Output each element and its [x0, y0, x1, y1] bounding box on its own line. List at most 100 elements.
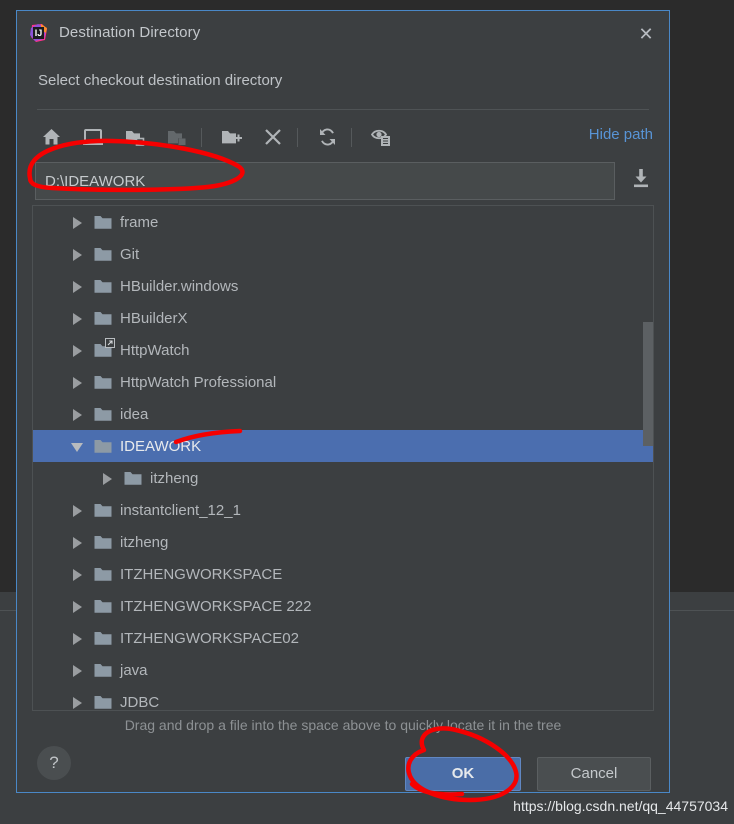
- tree-row-label: ITZHENGWORKSPACE: [120, 565, 283, 583]
- chevron-right-icon[interactable]: [71, 312, 84, 325]
- tree-row[interactable]: java: [33, 654, 653, 686]
- new-folder-icon: [221, 129, 242, 146]
- toolbar-separator-2: [297, 128, 298, 147]
- tree-row-label: HttpWatch Professional: [120, 373, 277, 391]
- insert-path-button[interactable]: [627, 165, 655, 197]
- subtitle-divider: [37, 109, 649, 110]
- intellij-idea-icon: IJ: [29, 23, 49, 43]
- tree-row[interactable]: idea: [33, 398, 653, 430]
- chevron-right-icon[interactable]: [71, 536, 84, 549]
- dialog-subtitle: Select checkout destination directory: [38, 72, 283, 89]
- folder-icon: [94, 407, 112, 422]
- chevron-right-icon[interactable]: [71, 280, 84, 293]
- folder-icon: [94, 599, 112, 614]
- tree-row-label: JDBC: [120, 693, 160, 711]
- watermark-text: https://blog.csdn.net/qq_44757034: [513, 798, 728, 814]
- home-button[interactable]: [35, 121, 67, 153]
- chevron-right-icon[interactable]: [71, 504, 84, 517]
- new-folder-button[interactable]: [215, 121, 247, 153]
- svg-text:IJ: IJ: [35, 28, 43, 38]
- show-hidden-files-button[interactable]: [365, 121, 397, 153]
- destination-directory-dialog: IJ Destination Directory ✕ Select checko…: [16, 10, 670, 793]
- chevron-down-icon[interactable]: [71, 440, 84, 453]
- close-icon[interactable]: ✕: [633, 21, 659, 47]
- file-chooser-toolbar: Hide path: [35, 116, 653, 158]
- tree-row[interactable]: HttpWatch Professional: [33, 366, 653, 398]
- tree-row-label: itzheng: [150, 469, 199, 487]
- chevron-right-icon[interactable]: [71, 376, 84, 389]
- screenshot-root: IJ Destination Directory ✕ Select checko…: [0, 0, 734, 824]
- folder-icon: [94, 695, 112, 710]
- chevron-right-icon[interactable]: [71, 664, 84, 677]
- help-button[interactable]: ?: [37, 746, 71, 780]
- directory-tree-panel[interactable]: frame Git HBuilder.windows HBuilderX HttpWat…: [32, 205, 654, 711]
- module-folder-icon: [167, 129, 187, 146]
- folder-icon: [94, 631, 112, 646]
- folder-icon: [94, 535, 112, 550]
- folder-icon: [94, 311, 112, 326]
- chevron-right-icon[interactable]: [71, 568, 84, 581]
- desktop-button[interactable]: [77, 121, 109, 153]
- tree-row[interactable]: itzheng: [33, 462, 653, 494]
- cancel-button[interactable]: Cancel: [537, 757, 651, 791]
- chevron-right-icon[interactable]: [71, 408, 84, 421]
- tree-row-label: ITZHENGWORKSPACE02: [120, 629, 299, 647]
- delete-button[interactable]: [257, 121, 289, 153]
- folder-shortcut-icon: [94, 337, 115, 358]
- tree-row[interactable]: instantclient_12_1: [33, 494, 653, 526]
- show-hidden-files-icon: [370, 128, 392, 147]
- folder-icon: [94, 439, 112, 454]
- project-directory-button[interactable]: [119, 121, 151, 153]
- chevron-right-icon[interactable]: [71, 632, 84, 645]
- hide-path-link[interactable]: Hide path: [589, 126, 653, 143]
- chevron-right-icon[interactable]: [71, 696, 84, 709]
- dialog-titlebar: IJ Destination Directory ✕: [17, 11, 669, 55]
- folder-icon: [94, 503, 112, 518]
- tree-row[interactable]: JDBC: [33, 686, 653, 711]
- tree-row[interactable]: frame: [33, 206, 653, 238]
- folder-icon: [94, 663, 112, 678]
- chevron-right-icon[interactable]: [71, 600, 84, 613]
- project-folder-icon: [125, 129, 145, 146]
- tree-row[interactable]: ITZHENGWORKSPACE: [33, 558, 653, 590]
- module-directory-button: [161, 121, 193, 153]
- toolbar-separator-3: [351, 128, 352, 147]
- folder-icon: [94, 567, 112, 582]
- tree-row[interactable]: HBuilderX: [33, 302, 653, 334]
- tree-row-label: HBuilderX: [120, 309, 188, 327]
- path-input[interactable]: [35, 162, 615, 200]
- folder-icon: [94, 215, 112, 230]
- tree-row[interactable]: HBuilder.windows: [33, 270, 653, 302]
- tree-row-label: IDEAWORK: [120, 437, 202, 455]
- tree-row-label: HttpWatch: [120, 341, 190, 359]
- folder-icon: [94, 247, 112, 262]
- tree-row-label: idea: [120, 405, 149, 423]
- tree-row-label: java: [120, 661, 148, 679]
- tree-row-label: HBuilder.windows: [120, 277, 239, 295]
- tree-row[interactable]: itzheng: [33, 526, 653, 558]
- chevron-right-icon[interactable]: [71, 344, 84, 357]
- tree-row[interactable]: HttpWatch: [33, 334, 653, 366]
- chevron-right-icon[interactable]: [101, 472, 114, 485]
- tree-scrollbar[interactable]: [642, 206, 653, 710]
- directory-tree: frame Git HBuilder.windows HBuilderX HttpWat…: [33, 206, 653, 710]
- home-icon: [42, 128, 61, 146]
- tree-row-label: Git: [120, 245, 140, 263]
- refresh-button[interactable]: [311, 121, 343, 153]
- path-row: [35, 162, 653, 200]
- delete-icon: [264, 128, 282, 146]
- chevron-right-icon[interactable]: [71, 248, 84, 261]
- tree-row-selected[interactable]: IDEAWORK: [33, 430, 653, 462]
- refresh-icon: [318, 128, 337, 146]
- tree-row-label: ITZHENGWORKSPACE 222: [120, 597, 312, 615]
- chevron-right-icon[interactable]: [71, 216, 84, 229]
- drag-drop-hint: Drag and drop a file into the space abov…: [124, 717, 562, 733]
- tree-row[interactable]: Git: [33, 238, 653, 270]
- tree-row-label: itzheng: [120, 533, 169, 551]
- ok-button[interactable]: OK: [405, 757, 521, 791]
- tree-row[interactable]: ITZHENGWORKSPACE 222: [33, 590, 653, 622]
- tree-row-label: instantclient_12_1: [120, 501, 241, 519]
- tree-row[interactable]: ITZHENGWORKSPACE02: [33, 622, 653, 654]
- dialog-title: Destination Directory: [59, 24, 201, 41]
- tree-scrollbar-thumb[interactable]: [643, 322, 653, 446]
